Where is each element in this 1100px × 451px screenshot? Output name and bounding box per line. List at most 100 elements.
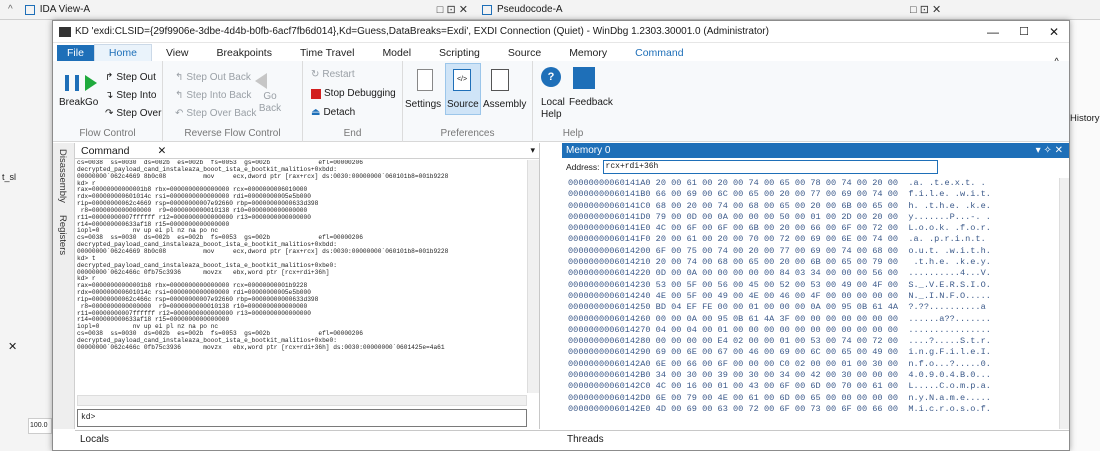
memory-row: 0000000006014280 00 00 00 00 E4 02 00 00… [568, 336, 991, 347]
tab-home[interactable]: Home [93, 44, 152, 61]
tab-memory[interactable]: Memory [555, 45, 621, 61]
restart-button[interactable]: ↻ Restart [311, 69, 355, 80]
assembly-icon[interactable] [491, 69, 509, 91]
command-line: 00000000`062c4669 8b0c08 mov ecx,dword p… [77, 247, 449, 255]
restart-icon: ↻ [311, 69, 320, 80]
step-over-back-button[interactable]: ↶ Step Over Back [175, 108, 256, 119]
end-group: ↻ Restart Stop Debugging ⏏ Detach End [303, 61, 403, 142]
tab-time-travel[interactable]: Time Travel [286, 45, 368, 61]
command-header: Command ✕ ▾ [75, 143, 539, 159]
address-bar: Address: rcx+rdi+36h [562, 158, 1069, 176]
step-out-label: Step Out [116, 72, 156, 83]
pseudocode-title[interactable]: Pseudocode-A [497, 4, 563, 15]
settings-icon[interactable] [417, 69, 433, 91]
tab-model[interactable]: Model [368, 45, 425, 61]
address-label: Address: [566, 162, 600, 172]
step-out-button[interactable]: ↱ Step Out [105, 72, 156, 83]
go-back-button[interactable]: Go Back [254, 91, 286, 115]
locals-title[interactable]: Locals [80, 434, 109, 445]
step-over-back-icon: ↶ [175, 108, 184, 119]
step-over-button[interactable]: ↷ Step Over [105, 108, 161, 119]
tab-view[interactable]: View [152, 45, 203, 61]
tab-command[interactable]: Command [621, 45, 697, 61]
tab-source[interactable]: Source [494, 45, 555, 61]
memory-row: 0000000006014240 4E 00 5F 00 49 00 4E 00… [568, 290, 991, 301]
step-into-back-button[interactable]: ↰ Step Into Back [175, 90, 251, 101]
locals-panel: Locals [75, 430, 562, 450]
memory-title[interactable]: Memory 0 [566, 145, 610, 156]
end-label: End [343, 128, 362, 139]
command-line: 00000000`062c4669 8b0c08 mov ecx,dword p… [77, 172, 449, 180]
ida-view-tab: ^ IDA View-A □ ⊡ ✕ [0, 0, 476, 20]
memory-row: 00000000060141A0 20 00 61 00 20 00 74 00… [568, 178, 986, 188]
memory-header: Memory 0 ▾ ✧ ✕ [562, 143, 1069, 158]
step-into-back-icon: ↰ [175, 90, 184, 101]
close-window-icon[interactable]: ✕ [1049, 25, 1059, 39]
close-icon[interactable]: ✕ [157, 145, 166, 157]
help-icon[interactable]: ? [541, 67, 561, 87]
close-icon[interactable]: ✕ [8, 340, 17, 353]
address-input[interactable]: rcx+rdi+36h [602, 160, 938, 174]
tab-file[interactable]: File [57, 45, 94, 61]
sidebar-item-disassembly[interactable]: Disassembly [57, 149, 68, 203]
pane-controls-icon[interactable]: ▾ ✧ ✕ [1036, 145, 1063, 156]
tab-breakpoints[interactable]: Breakpoints [203, 45, 286, 61]
minimize-icon[interactable]: — [987, 25, 999, 39]
settings-button[interactable]: Settings [405, 99, 441, 110]
ida-tab-icon [24, 4, 35, 15]
chevron-down-icon[interactable]: ▾ [530, 145, 535, 156]
ida-right-panel: History [1070, 20, 1100, 451]
break-button[interactable]: Break [59, 97, 85, 108]
windbg-title: KD 'exdi:CLSID={29f9906e-3dbe-4d4b-b0fb-… [75, 26, 769, 37]
command-horizontal-scrollbar[interactable] [77, 395, 527, 406]
memory-row: 00000000060141D0 79 00 0D 00 0A 00 00 00… [568, 211, 991, 222]
ida-view-title[interactable]: IDA View-A [40, 4, 90, 15]
go-back-icon[interactable] [255, 73, 267, 89]
command-title[interactable]: Command [81, 145, 129, 157]
memory-row: 00000000060142E0 4D 00 69 00 63 00 72 00… [568, 403, 991, 414]
stop-debugging-button[interactable]: Stop Debugging [311, 88, 396, 99]
flow-control-label: Flow Control [79, 128, 136, 139]
preferences-label: Preferences [440, 128, 495, 139]
command-input[interactable]: kd> [77, 409, 527, 427]
pseudocode-tab-icon [482, 4, 492, 15]
feedback-button[interactable]: Feedback [569, 97, 613, 108]
sidebar-item-registers[interactable]: Registers [57, 215, 68, 255]
step-out-back-button[interactable]: ↰ Step Out Back [175, 72, 251, 83]
windbg-titlebar: KD 'exdi:CLSID={29f9906e-3dbe-4d4b-b0fb-… [53, 21, 1069, 43]
help-group: ? Local Help Feedback Help [533, 61, 613, 142]
source-code-icon[interactable]: </> [453, 69, 471, 91]
break-icon[interactable] [65, 75, 79, 91]
help-label: Help [562, 128, 584, 139]
threads-title[interactable]: Threads [567, 434, 604, 445]
local-help-button[interactable]: Local Help [541, 97, 571, 121]
chevron-up-icon[interactable]: ^ [8, 4, 13, 15]
step-over-icon: ↷ [105, 108, 114, 119]
step-into-icon: ↴ [105, 90, 114, 101]
maximize-icon[interactable]: ☐ [1019, 25, 1029, 38]
memory-dump[interactable]: 00000000060141A0 20 00 61 00 20 00 74 00… [568, 178, 1058, 427]
go-icon[interactable] [85, 75, 97, 91]
go-button[interactable]: Go [85, 97, 98, 108]
memory-row: 0000000006014230 53 00 5F 00 56 00 45 00… [568, 279, 991, 290]
feedback-icon[interactable] [573, 67, 595, 89]
side-tabs: Disassembly Registers [53, 143, 75, 429]
memory-row: 00000000060142C0 4C 00 16 00 01 00 43 00… [568, 381, 991, 392]
history-label[interactable]: History [1070, 113, 1100, 124]
pseudocode-window-controls[interactable]: □ ⊡ ✕ [910, 3, 941, 16]
step-into-button[interactable]: ↴ Step Into [105, 90, 156, 101]
memory-row: 0000000006014290 69 00 6E 00 67 00 46 00… [568, 347, 991, 358]
detach-button[interactable]: ⏏ Detach [311, 107, 355, 118]
step-into-label: Step Into [116, 90, 157, 101]
step-over-label: Step Over [116, 108, 162, 119]
command-output[interactable]: cs=0038 ss=0030 ds=002b es=002b fs=0053 … [77, 160, 517, 393]
step-out-back-icon: ↰ [175, 72, 184, 83]
source-button[interactable]: Source [447, 99, 479, 110]
memory-scrollbar[interactable] [1059, 178, 1069, 429]
command-scrollbar[interactable] [527, 160, 539, 393]
ribbon: Break Go ↱ Step Out ↴ Step Into ↷ Step Over… [53, 61, 1069, 142]
ida-window-controls[interactable]: □ ⊡ ✕ [437, 3, 468, 16]
restart-label: Restart [322, 69, 355, 80]
assembly-button[interactable]: Assembly [483, 99, 526, 110]
tab-scripting[interactable]: Scripting [425, 45, 494, 61]
